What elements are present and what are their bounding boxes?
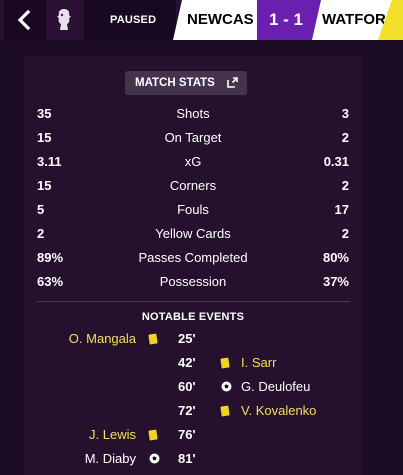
event-player: M. Diaby: [84, 451, 136, 466]
stat-label: Shots: [176, 106, 210, 121]
stat-row-possession: 63% Possession 37%: [24, 270, 362, 294]
stat-row-passes-completed: 89% Passes Completed 80%: [24, 246, 362, 270]
stat-label: Passes Completed: [138, 250, 248, 265]
premier-league-logo-icon: [57, 9, 71, 30]
back-button[interactable]: [4, 0, 46, 40]
match-status-label: PAUSED: [84, 0, 176, 40]
event-row: J. Lewis 76': [24, 424, 362, 446]
stat-label: Yellow Cards: [155, 226, 231, 241]
stat-row-shots: 35 Shots 3: [24, 102, 362, 126]
chevron-left-icon: [17, 10, 31, 30]
stat-row-yellow-cards: 2 Yellow Cards 2: [24, 222, 362, 246]
home-team-block: NEWCAS: [173, 0, 257, 40]
stat-row-corners: 15 Corners 2: [24, 174, 362, 198]
notable-events-title: NOTABLE EVENTS: [141, 311, 245, 323]
event-minute: 25': [178, 331, 196, 346]
stat-away-value: 80%: [322, 250, 349, 265]
stat-row-xg: 3.11 xG 0.31: [24, 150, 362, 174]
event-player: V. Kovalenko: [241, 403, 317, 418]
match-stats-panel: MATCH STATS 35 Shots 3 15 On Target 2 3.…: [24, 56, 362, 475]
match-stats-title: MATCH STATS: [135, 77, 215, 89]
event-minute: 72': [178, 403, 196, 418]
stat-row-fouls: 5 Fouls 17: [24, 198, 362, 222]
event-row: O. Mangala 25': [24, 328, 362, 350]
home-team-name: NEWCAS: [187, 11, 254, 28]
stat-away-value: 37%: [322, 274, 349, 289]
event-row: M. Diaby 81': [24, 448, 362, 470]
stat-label: Possession: [159, 274, 227, 289]
stat-label: Fouls: [177, 202, 209, 217]
yellow-card-icon: [220, 405, 230, 417]
stat-away-value: 2: [341, 178, 349, 193]
event-player: G. Deulofeu: [241, 379, 311, 394]
event-row: 72' V. Kovalenko: [24, 400, 362, 422]
match-stats-button[interactable]: MATCH STATS: [125, 71, 247, 95]
stat-label: Corners: [169, 178, 217, 193]
event-minute: 42': [178, 355, 196, 370]
stat-away-value: 3: [341, 106, 349, 121]
event-row: 42' I. Sarr: [24, 352, 362, 374]
event-player: O. Mangala: [68, 331, 136, 346]
yellow-card-icon: [220, 357, 230, 369]
away-team-name: WATFOR: [322, 11, 386, 28]
event-player: I. Sarr: [241, 355, 277, 370]
stat-away-value: 2: [341, 226, 349, 241]
stat-away-value: 0.31: [323, 154, 349, 169]
expand-icon: [227, 77, 238, 88]
stat-away-value: 2: [341, 130, 349, 145]
stat-away-value: 17: [334, 202, 349, 217]
stat-label: xG: [184, 154, 202, 169]
stat-row-on-target: 15 On Target 2: [24, 126, 362, 150]
stat-label: On Target: [164, 130, 222, 145]
section-divider: [37, 301, 350, 302]
event-minute: 60': [178, 379, 196, 394]
football-icon: [149, 453, 160, 464]
event-minute: 81': [178, 451, 196, 466]
match-header-bar: PAUSED NEWCAS 1 - 1 WATFOR: [0, 0, 403, 40]
event-row: 60' G. Deulofeu: [24, 376, 362, 398]
football-icon: [221, 381, 232, 392]
yellow-card-icon: [148, 333, 158, 345]
event-minute: 76': [178, 427, 196, 442]
event-player: J. Lewis: [89, 427, 136, 442]
score-display: 1 - 1: [257, 0, 321, 40]
yellow-card-icon: [148, 429, 158, 441]
